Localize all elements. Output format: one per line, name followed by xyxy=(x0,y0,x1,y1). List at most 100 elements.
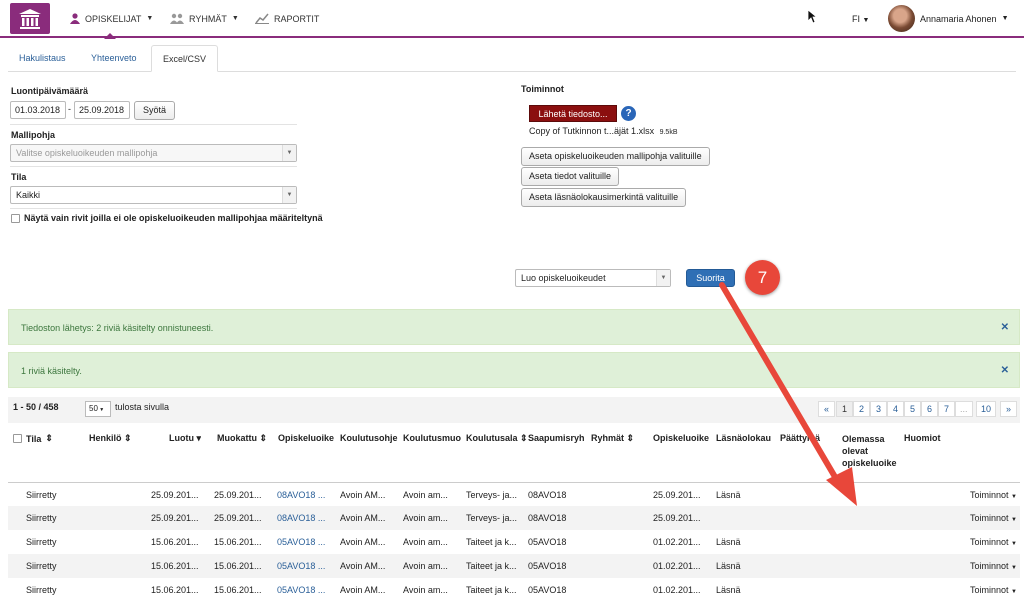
column-header-lasnaolokausi[interactable]: Läsnäolokau xyxy=(716,433,776,443)
cell-muokattu: 15.06.201... xyxy=(214,585,262,595)
home-logo-icon[interactable] xyxy=(10,3,50,34)
tab-yhteenveto[interactable]: Yhteenveto xyxy=(80,45,148,72)
uploaded-file-size: 9.5kB xyxy=(659,129,678,136)
sort-icon: ⇕ xyxy=(259,433,268,443)
sort-desc-icon: ▾ xyxy=(196,433,202,443)
column-header-label: Luotu xyxy=(169,433,194,443)
cell-luotu: 15.06.201... xyxy=(151,585,199,595)
row-actions-dropdown[interactable]: Toiminnot ▼ xyxy=(970,578,1017,601)
column-header-olemassa-olevat[interactable]: Olemassa olevat opiskeluoike xyxy=(842,433,900,469)
cell-opiskeluoikeus-alku: 25.09.201... xyxy=(653,513,701,523)
cell-opiskeluoikeus-link[interactable]: 05AVO18 ... xyxy=(277,530,325,554)
table-row[interactable]: Siirretty 15.06.201... 15.06.201... 05AV… xyxy=(8,554,1020,578)
column-header-label: Muokattu xyxy=(217,433,257,443)
cell-opiskeluoikeus-link[interactable]: 08AVO18 ... xyxy=(277,483,325,507)
nav-raportit[interactable]: RAPORTIT xyxy=(255,13,319,24)
column-header-saapumisryhma[interactable]: Saapumisryh ⇕ xyxy=(528,433,588,444)
sort-icon: ⇕ xyxy=(520,433,526,443)
nav-opiskelijat[interactable]: OPISKELIJAT ▼ xyxy=(70,13,153,39)
language-label: FI xyxy=(852,14,860,24)
missing-template-filter[interactable]: Näytä vain rivit joilla ei ole opiskeluo… xyxy=(11,213,323,223)
set-template-button[interactable]: Aseta opiskeluoikeuden mallipohja valitu… xyxy=(521,147,710,166)
column-header-luotu[interactable]: Luotu ▾ xyxy=(169,433,201,444)
row-actions-dropdown[interactable]: Toiminnot ▼ xyxy=(970,554,1017,578)
column-header-ryhmat[interactable]: Ryhmät ⇕ xyxy=(591,433,634,444)
cell-opiskeluoikeus-link[interactable]: 05AVO18 ... xyxy=(277,554,325,578)
help-icon[interactable]: ? xyxy=(621,106,636,121)
chevron-down-icon: ▼ xyxy=(862,17,870,24)
page-size-label: tulosta sivulla xyxy=(115,402,170,412)
page-1[interactable]: 1 xyxy=(836,401,853,417)
cell-tila: Siirretty xyxy=(26,585,57,595)
table-row[interactable]: Siirretty 25.09.201... 25.09.201... 08AV… xyxy=(8,506,1020,530)
cell-koulutusala: Terveys- ja... xyxy=(466,513,518,523)
column-header-opiskeluoikeus[interactable]: Opiskeluoike xyxy=(278,433,336,443)
tab-excel-csv[interactable]: Excel/CSV xyxy=(151,45,219,72)
page-10[interactable]: 10 xyxy=(976,401,997,417)
page-5[interactable]: 5 xyxy=(904,401,921,417)
missing-template-checkbox[interactable] xyxy=(11,213,20,223)
row-actions-dropdown[interactable]: Toiminnot ▼ xyxy=(970,506,1017,530)
cell-tila: Siirretty xyxy=(26,561,57,571)
page-4[interactable]: 4 xyxy=(887,401,904,417)
cell-opiskeluoikeus-alku: 01.02.201... xyxy=(653,537,701,547)
table-row[interactable]: Siirretty 15.06.201... 15.06.201... 05AV… xyxy=(8,530,1020,554)
bulk-action-select[interactable]: Luo opiskeluoikeudet ▼ xyxy=(515,269,671,287)
tab-bar: Hakulistaus Yhteenveto Excel/CSV xyxy=(8,45,1016,72)
cell-opiskeluoikeus-link[interactable]: 08AVO18 ... xyxy=(277,506,325,530)
column-header-huomiot[interactable]: Huomiot xyxy=(904,433,941,443)
column-header-henkilo[interactable]: Henkilö ⇕ xyxy=(89,433,132,444)
nav-opiskelijat-label: OPISKELIJAT xyxy=(85,13,142,24)
send-file-button[interactable]: Lähetä tiedosto... xyxy=(529,105,617,122)
chevron-down-icon: ▼ xyxy=(656,270,670,286)
row-actions-label: Toiminnot xyxy=(970,585,1009,595)
language-selector[interactable]: FI ▼ xyxy=(852,14,869,24)
page-first[interactable]: « xyxy=(818,401,835,417)
page-2[interactable]: 2 xyxy=(853,401,870,417)
column-header-koulutusmuoto[interactable]: Koulutusmuo xyxy=(403,433,463,443)
template-select[interactable]: Valitse opiskeluoikeuden mallipohja ▼ xyxy=(10,144,297,162)
set-attendance-button[interactable]: Aseta läsnäolokausimerkintä valituille xyxy=(521,188,687,207)
page-size-select[interactable]: 50 ▼ xyxy=(85,401,111,417)
column-header-tila[interactable]: Tila ⇕ xyxy=(13,433,53,444)
chevron-down-icon: ▼ xyxy=(97,407,105,413)
sort-icon: ⇕ xyxy=(45,433,53,443)
cell-koulutusmuoto: Avoin am... xyxy=(403,561,448,571)
column-header-opiskeluoikeus-alku[interactable]: Opiskeluoike xyxy=(653,433,711,443)
date-apply-button[interactable]: Syötä xyxy=(134,101,175,120)
cell-opiskeluoikeus-alku: 01.02.201... xyxy=(653,585,701,595)
page-last[interactable]: » xyxy=(1000,401,1017,417)
row-actions-dropdown[interactable]: Toiminnot ▼ xyxy=(970,483,1017,507)
tab-hakulistaus[interactable]: Hakulistaus xyxy=(8,45,77,72)
divider xyxy=(10,124,297,125)
run-button[interactable]: Suorita xyxy=(686,269,735,287)
cell-opiskeluoikeus-alku: 25.09.201... xyxy=(653,490,701,500)
date-from-input[interactable]: 01.03.2018 xyxy=(10,101,66,119)
table-row[interactable]: Siirretty 25.09.201... 25.09.201... 08AV… xyxy=(8,482,1020,506)
select-all-checkbox[interactable] xyxy=(13,434,22,443)
chevron-down-icon: ▼ xyxy=(1011,589,1017,595)
close-icon[interactable]: ✕ xyxy=(1001,310,1009,346)
column-header-label: Koulutusala xyxy=(466,433,518,443)
cell-tila: Siirretty xyxy=(26,537,57,547)
state-select[interactable]: Kaikki ▼ xyxy=(10,186,297,204)
nav-ryhmat[interactable]: RYHMÄT ▼ xyxy=(170,13,239,24)
cell-tila: Siirretty xyxy=(26,490,57,500)
date-label: Luontipäivämäärä xyxy=(11,86,89,96)
page-7[interactable]: 7 xyxy=(938,401,955,417)
date-to-input[interactable]: 25.09.2018 xyxy=(74,101,130,119)
close-icon[interactable]: ✕ xyxy=(1001,353,1009,389)
set-details-button[interactable]: Aseta tiedot valituille xyxy=(521,167,620,186)
page-6[interactable]: 6 xyxy=(921,401,938,417)
column-header-paattymispaiva[interactable]: Päättymä xyxy=(780,433,838,443)
cell-opiskeluoikeus-link[interactable]: 05AVO18 ... xyxy=(277,578,325,601)
result-count: 1 - 50 / 458 xyxy=(13,402,59,412)
cell-koulutusmuoto: Avoin am... xyxy=(403,490,448,500)
column-header-muokattu[interactable]: Muokattu ⇕ xyxy=(217,433,267,444)
row-actions-dropdown[interactable]: Toiminnot ▼ xyxy=(970,530,1017,554)
user-menu[interactable]: Annamaria Ahonen ▼ xyxy=(888,5,1009,32)
page-3[interactable]: 3 xyxy=(870,401,887,417)
column-header-koulutusala[interactable]: Koulutusala ⇕ xyxy=(466,433,526,444)
column-header-koulutusohjelma[interactable]: Koulutusohje xyxy=(340,433,400,443)
table-row[interactable]: Siirretty 15.06.201... 15.06.201... 05AV… xyxy=(8,578,1020,601)
